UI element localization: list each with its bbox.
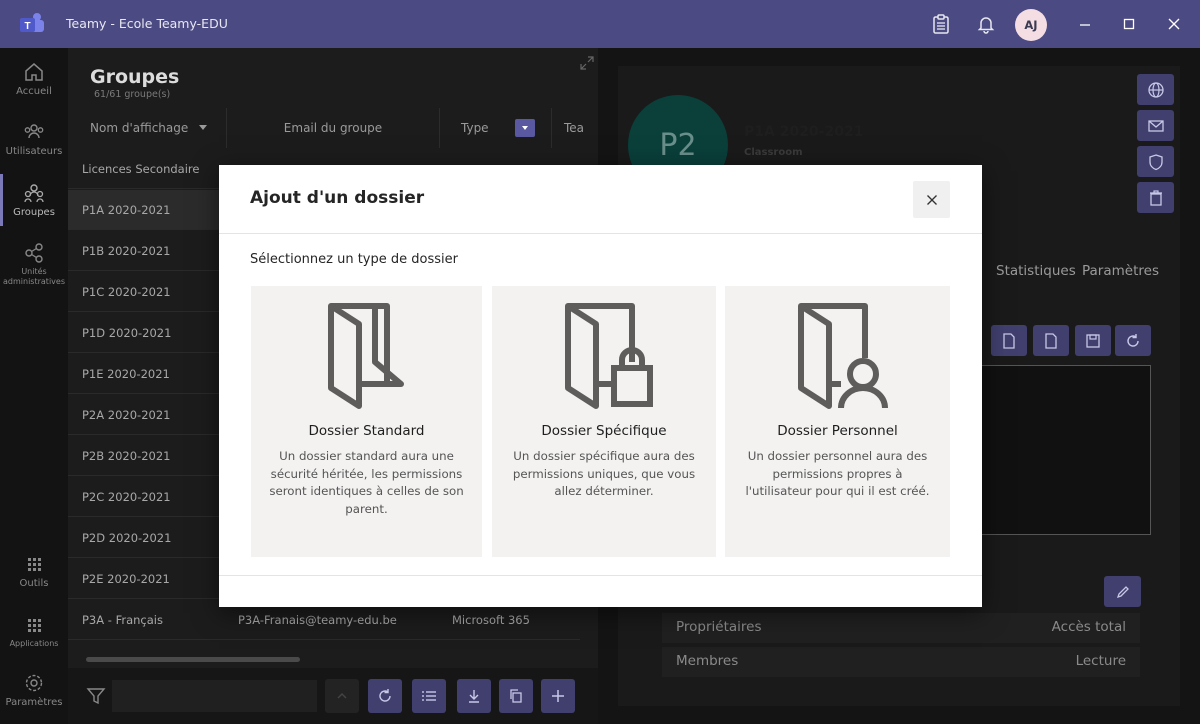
option-title: Dossier Spécifique (541, 423, 667, 439)
option-standard-folder[interactable]: Dossier Standard Un dossier standard aur… (251, 286, 482, 557)
option-description: Un dossier personnel aura des permission… (745, 449, 930, 498)
divider (219, 575, 982, 576)
option-title: Dossier Personnel (777, 423, 898, 439)
close-icon (926, 194, 937, 205)
option-description: Un dossier spécifique aura des permissio… (512, 449, 696, 498)
option-description: Un dossier standard aura une sécurité hé… (269, 449, 464, 516)
add-folder-dialog: Ajout d'un dossier Sélectionnez un type … (219, 165, 982, 607)
folder-lock-icon (565, 303, 653, 409)
folder-icon (328, 303, 404, 409)
dialog-subtitle: Sélectionnez un type de dossier (250, 252, 458, 267)
option-specific-folder[interactable]: Dossier Spécifique Un dossier spécifique… (492, 286, 716, 557)
divider (219, 233, 982, 234)
option-personal-folder[interactable]: Dossier Personnel Un dossier personnel a… (725, 286, 950, 557)
close-dialog-button[interactable] (913, 181, 950, 218)
option-title: Dossier Standard (308, 423, 425, 439)
dialog-title: Ajout d'un dossier (250, 188, 425, 208)
folder-user-icon (798, 303, 888, 409)
